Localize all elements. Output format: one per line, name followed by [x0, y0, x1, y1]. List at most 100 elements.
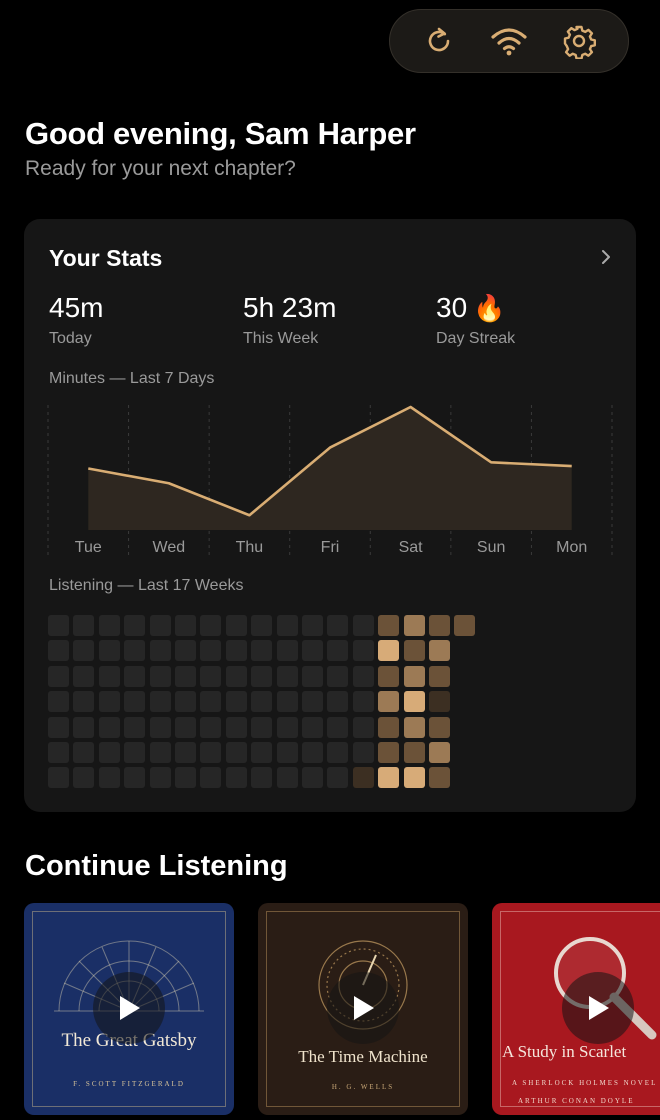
heatmap-cell — [429, 716, 450, 738]
heatmap-cell — [378, 615, 400, 636]
heatmap-cell — [327, 615, 349, 636]
book-title: The Time Machine — [298, 1047, 428, 1066]
heatmap-cell — [378, 665, 400, 687]
heatmap-cell — [73, 767, 95, 789]
chart-day-label: Fri — [321, 539, 340, 556]
heatmap-cell — [403, 716, 425, 738]
heatmap-cell — [98, 665, 120, 687]
heatmap-cell — [98, 742, 120, 763]
play-icon — [354, 996, 374, 1020]
play-button[interactable] — [327, 972, 399, 1044]
heatmap-cell — [302, 640, 323, 662]
stats-card[interactable]: Your Stats 45m Today 5h 23m This Week 30… — [24, 219, 636, 812]
heatmap-cell — [378, 640, 400, 662]
heatmap-cell — [327, 742, 349, 763]
heatmap-cell — [175, 716, 196, 738]
heatmap-cell — [149, 615, 171, 636]
book-card-gatsby[interactable]: The Great Gatsby F. SCOTT FITZGERALD — [24, 903, 234, 1115]
listening-heatmap-label: Listening — Last 17 Weeks — [49, 577, 244, 594]
heatmap-cell — [225, 742, 247, 763]
heatmap-cell — [175, 691, 196, 713]
heatmap-cell — [124, 716, 146, 738]
heatmap-cell — [73, 665, 95, 687]
heatmap-cell — [327, 767, 349, 789]
heatmap-cell — [98, 640, 120, 662]
heatmap-cell — [73, 615, 95, 636]
heatmap-cell — [403, 691, 425, 713]
chart-day-label: Mon — [556, 539, 587, 556]
heatmap-cell — [48, 742, 69, 763]
heatmap-cell — [429, 665, 450, 687]
heatmap-cell — [251, 742, 273, 763]
book-author: ARTHUR CONAN DOYLE — [518, 1097, 635, 1105]
heatmap-cell — [225, 615, 247, 636]
heatmap-cell — [251, 691, 273, 713]
play-button[interactable] — [562, 972, 634, 1044]
heatmap-cell — [352, 615, 374, 636]
heatmap-cell — [403, 665, 425, 687]
heatmap-cell — [251, 615, 273, 636]
refresh-button[interactable] — [417, 19, 461, 63]
heatmap-cell — [98, 716, 120, 738]
gear-icon — [563, 25, 596, 59]
heatmap-cell — [429, 691, 450, 713]
book-card-time-machine[interactable]: The Time Machine H. G. WELLS — [258, 903, 468, 1115]
heatmap-cell — [302, 716, 323, 738]
play-button[interactable] — [93, 972, 165, 1044]
heatmap-cell — [429, 767, 450, 789]
heatmap-cell — [175, 742, 196, 763]
settings-button[interactable] — [557, 19, 601, 63]
heatmap-cell — [48, 767, 69, 789]
heatmap-cell — [98, 767, 120, 789]
book-author: H. G. WELLS — [331, 1083, 395, 1091]
heatmap-cell — [352, 665, 374, 687]
heatmap-cell — [73, 716, 95, 738]
heatmap-cell — [352, 640, 374, 662]
heatmap-cell — [403, 640, 425, 662]
heatmap-cell — [276, 767, 298, 789]
heatmap-cell — [352, 742, 374, 763]
heatmap-cell — [251, 665, 273, 687]
heatmap-cell — [352, 691, 374, 713]
heatmap-cell — [48, 640, 69, 662]
heatmap-cell — [200, 691, 222, 713]
heatmap-cell — [175, 640, 196, 662]
heatmap-cell — [48, 665, 69, 687]
heatmap-cell — [149, 716, 171, 738]
heatmap-cell — [175, 767, 196, 789]
heatmap-cell — [276, 742, 298, 763]
heatmap-cell — [124, 691, 146, 713]
book-subtitle: A SHERLOCK HOLMES NOVEL — [512, 1079, 658, 1087]
book-card-study-in-scarlet[interactable]: A Study in Scarlet A SHERLOCK HOLMES NOV… — [492, 903, 660, 1115]
heatmap-cell — [225, 665, 247, 687]
heatmap-cell — [429, 640, 450, 662]
chart-day-label: Tue — [75, 539, 102, 556]
heatmap-cell — [73, 691, 95, 713]
greeting-subtitle: Ready for your next chapter? — [25, 157, 296, 180]
greeting-title: Good evening, Sam Harper — [25, 116, 416, 151]
chart-area — [88, 407, 572, 530]
play-icon — [589, 996, 609, 1020]
heatmap-cell — [124, 742, 146, 763]
heatmap-cell — [429, 742, 450, 763]
chart-day-label: Sun — [477, 539, 505, 556]
heatmap-cell — [149, 640, 171, 662]
book-title: A Study in Scarlet — [502, 1042, 627, 1061]
heatmap-cell — [200, 716, 222, 738]
play-icon — [120, 996, 140, 1020]
heatmap-cell — [225, 640, 247, 662]
heatmap-cell — [225, 716, 247, 738]
heatmap-cell — [124, 615, 146, 636]
heatmap-cell — [149, 767, 171, 789]
heatmap-cell — [276, 665, 298, 687]
heatmap-cell — [429, 615, 450, 636]
chart-day-label: Wed — [153, 539, 186, 556]
heatmap-cell — [200, 615, 222, 636]
chart-day-label: Sat — [399, 539, 424, 556]
heatmap-cell — [378, 716, 400, 738]
heatmap-cell — [302, 665, 323, 687]
wifi-button[interactable] — [487, 19, 531, 63]
heatmap-cell — [327, 691, 349, 713]
heatmap-cell — [48, 615, 69, 636]
heatmap-cell — [225, 691, 247, 713]
